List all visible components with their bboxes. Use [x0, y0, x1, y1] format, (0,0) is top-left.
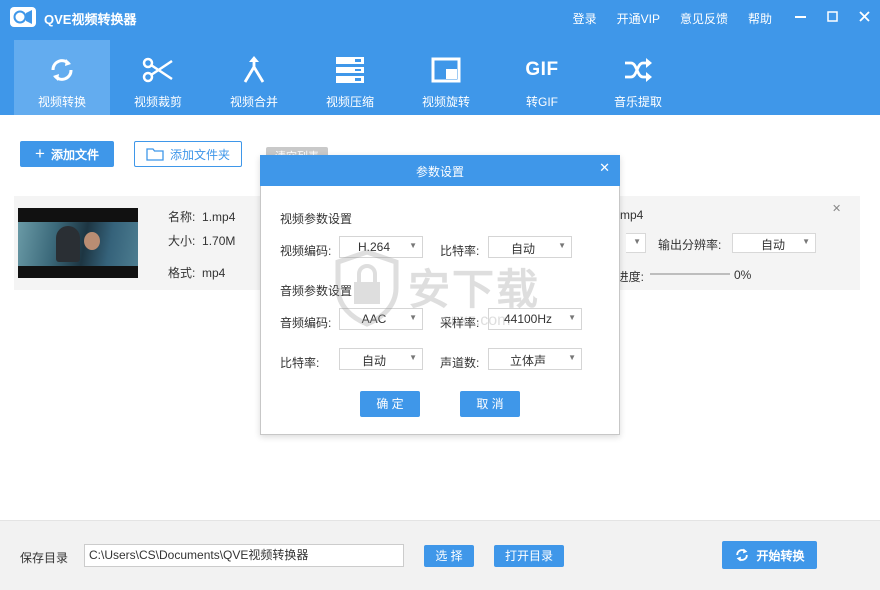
chevron-down-icon: ▼ [409, 241, 417, 250]
add-folder-button[interactable]: 添加文件夹 [134, 141, 242, 167]
window-controls [792, 8, 872, 24]
login-link[interactable]: 登录 [573, 10, 597, 27]
file-name: 名称: 1.mp4 [168, 210, 236, 224]
app-logo-icon [10, 7, 36, 27]
audio-section-title: 音频参数设置 [280, 284, 353, 298]
dialog-header: 参数设置 ✕ [260, 155, 620, 186]
gif-icon: GIF [525, 59, 559, 80]
close-window-icon[interactable] [856, 8, 872, 24]
tab-label: 视频转换 [37, 95, 86, 109]
refresh-icon [44, 54, 80, 86]
chevron-down-icon: ▼ [568, 313, 576, 322]
file-size: 大小: 1.70M [168, 234, 236, 248]
audio-bitrate-label: 比特率: [280, 356, 320, 370]
maximize-icon[interactable] [824, 8, 840, 24]
sample-rate-select[interactable]: 44100Hz ▼ [488, 308, 582, 330]
video-bitrate-label: 比特率: [440, 244, 480, 258]
save-path-input[interactable]: C:\Users\CS\Documents\QVE视频转换器 [84, 544, 404, 567]
remove-file-icon[interactable]: ✕ [832, 202, 841, 215]
refresh-icon [736, 548, 749, 562]
video-codec-label: 视频编码: [280, 244, 332, 258]
open-dir-button[interactable]: 打开目录 [494, 545, 564, 567]
compress-icon [332, 54, 368, 86]
add-file-button[interactable]: + 添加文件 [20, 141, 114, 167]
sample-rate-label: 采样率: [440, 316, 480, 330]
audio-bitrate-select[interactable]: 自动 ▼ [339, 348, 423, 370]
channels-label: 声道数: [440, 356, 480, 370]
output-name: mp4 [620, 208, 644, 222]
app-header: QVE视频转换器 登录 开通VIP 意见反馈 帮助 视频转换 视频裁剪 视频合并… [0, 0, 880, 115]
feedback-link[interactable]: 意见反馈 [680, 10, 728, 27]
help-link[interactable]: 帮助 [748, 10, 772, 27]
tab-label: 视频压缩 [325, 95, 374, 109]
file-format: 格式: mp4 [168, 266, 226, 280]
output-format-select[interactable]: ▼ [626, 233, 646, 253]
close-icon[interactable]: ✕ [599, 160, 610, 176]
audio-codec-label: 音频编码: [280, 316, 332, 330]
tab-video-convert[interactable]: 视频转换 [14, 40, 110, 115]
cancel-button[interactable]: 取 消 [460, 391, 520, 417]
dialog-title: 参数设置 [415, 165, 464, 179]
tab-label: 视频旋转 [421, 95, 470, 109]
tab-label: 视频合并 [229, 95, 278, 109]
chevron-down-icon: ▼ [558, 241, 566, 250]
scissors-icon [140, 54, 176, 86]
progress-bar [650, 273, 730, 275]
top-links: 登录 开通VIP 意见反馈 帮助 [573, 10, 772, 27]
video-codec-select[interactable]: H.264 ▼ [339, 236, 423, 258]
rotate-icon [428, 54, 464, 86]
video-bitrate-select[interactable]: 自动 ▼ [488, 236, 572, 258]
video-thumbnail [18, 208, 138, 278]
save-dir-label: 保存目录 [20, 551, 69, 565]
tab-label: 视频裁剪 [133, 95, 182, 109]
tab-video-crop[interactable]: 视频裁剪 [110, 40, 206, 115]
chevron-down-icon: ▼ [568, 353, 576, 362]
tab-video-compress[interactable]: 视频压缩 [302, 40, 398, 115]
title-bar: QVE视频转换器 登录 开通VIP 意见反馈 帮助 [0, 0, 880, 36]
plus-icon: + [35, 144, 45, 163]
resolution-select[interactable]: 自动 ▼ [732, 233, 816, 253]
tab-to-gif[interactable]: GIF 转GIF [494, 40, 590, 115]
start-convert-button[interactable]: 开始转换 [722, 541, 817, 569]
chevron-down-icon: ▼ [409, 353, 417, 362]
shuffle-icon [620, 54, 656, 86]
tab-label: 音乐提取 [613, 95, 662, 109]
audio-codec-select[interactable]: AAC ▼ [339, 308, 423, 330]
vip-link[interactable]: 开通VIP [617, 10, 660, 27]
merge-icon [236, 54, 272, 86]
progress-value: 0% [734, 268, 752, 282]
minimize-icon[interactable] [792, 8, 808, 24]
choose-button[interactable]: 选 择 [424, 545, 474, 567]
ok-button[interactable]: 确 定 [360, 391, 420, 417]
tab-video-merge[interactable]: 视频合并 [206, 40, 302, 115]
app-title: QVE视频转换器 [44, 12, 137, 27]
bottom-bar: 保存目录 C:\Users\CS\Documents\QVE视频转换器 选 择 … [0, 520, 880, 590]
param-settings-dialog: 参数设置 ✕ 视频参数设置 视频编码: H.264 ▼ 比特率: 自动 ▼ 音频参数… [260, 155, 620, 435]
folder-icon [146, 148, 164, 161]
tab-label: 转GIF [526, 95, 558, 109]
tab-music-extract[interactable]: 音乐提取 [590, 40, 686, 115]
video-section-title: 视频参数设置 [280, 212, 353, 226]
feature-toolbar: 视频转换 视频裁剪 视频合并 视频压缩 视频旋转 GIF 转GIF 音乐提取 [14, 40, 686, 115]
channels-select[interactable]: 立体声 ▼ [488, 348, 582, 370]
chevron-down-icon: ▼ [409, 313, 417, 322]
tab-video-rotate[interactable]: 视频旋转 [398, 40, 494, 115]
resolution-label: 输出分辨率: [658, 238, 722, 252]
